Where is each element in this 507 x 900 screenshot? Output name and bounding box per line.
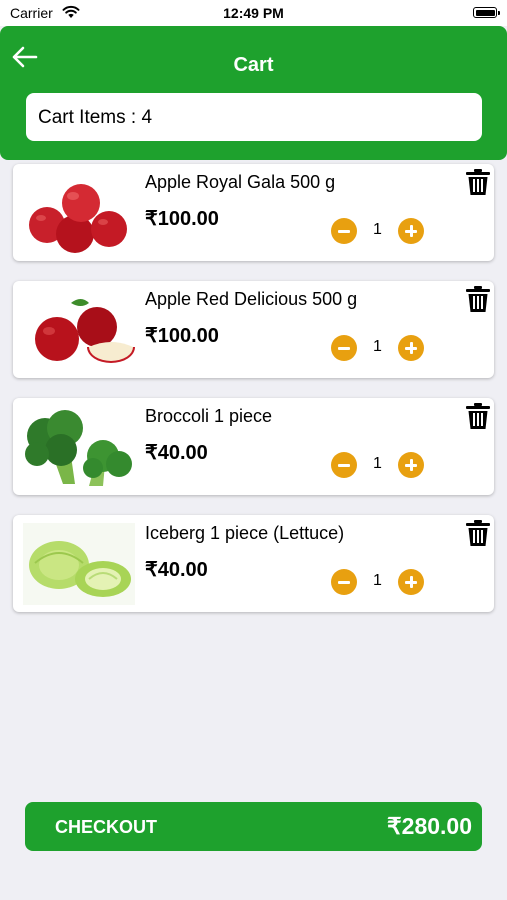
plus-circle-icon[interactable] (398, 335, 424, 361)
page-title: Cart (233, 54, 274, 76)
quantity-value: 1 (373, 455, 382, 472)
product-image-apple-royal-gala (29, 184, 127, 253)
item-price: ₹40.00 (145, 559, 208, 581)
product-image-iceberg-lettuce (23, 523, 135, 605)
item-name: Iceberg 1 piece (Lettuce) (145, 523, 345, 543)
quantity-value: 1 (373, 338, 382, 355)
plus-circle-icon[interactable] (398, 569, 424, 595)
minus-circle-icon[interactable] (331, 569, 357, 595)
battery-icon (473, 7, 500, 18)
trash-icon[interactable] (465, 168, 491, 196)
cart-items-count: Cart Items : 4 (26, 93, 482, 141)
plus-circle-icon[interactable] (398, 218, 424, 244)
checkout-total: ₹280.00 (387, 813, 472, 839)
item-name: Broccoli 1 piece (145, 406, 273, 426)
item-name: Apple Royal Gala 500 g (145, 172, 336, 192)
trash-icon[interactable] (465, 285, 491, 313)
minus-circle-icon[interactable] (331, 335, 357, 361)
cart-item-apple-red-delicious: Apple Red Delicious 500 g ₹100.00 1 (13, 281, 494, 378)
product-image-apple-red-delicious (35, 299, 135, 363)
item-name: Apple Red Delicious 500 g (145, 289, 358, 309)
minus-circle-icon[interactable] (331, 452, 357, 478)
quantity-value: 1 (373, 221, 382, 238)
cart-item-iceberg-lettuce: Iceberg 1 piece (Lettuce) ₹40.00 1 (13, 515, 494, 612)
status-bar: Carrier 12:49 PM (0, 0, 507, 26)
cart-item-apple-royal-gala: Apple Royal Gala 500 g ₹100.00 1 (13, 164, 494, 261)
trash-icon[interactable] (465, 402, 491, 430)
checkout-button[interactable]: CHECKOUT ₹280.00 (25, 802, 482, 851)
trash-icon[interactable] (465, 519, 491, 547)
item-price: ₹100.00 (145, 208, 219, 230)
cart-header: Cart Cart Items : 4 (0, 26, 507, 160)
minus-circle-icon[interactable] (331, 218, 357, 244)
plus-circle-icon[interactable] (398, 452, 424, 478)
item-price: ₹100.00 (145, 325, 219, 347)
clock-time: 12:49 PM (223, 5, 284, 21)
item-price: ₹40.00 (145, 442, 208, 464)
cart-item-broccoli: Broccoli 1 piece ₹40.00 1 (13, 398, 494, 495)
checkout-label: CHECKOUT (55, 817, 157, 837)
quantity-value: 1 (373, 572, 382, 589)
product-image-broccoli (25, 410, 132, 486)
